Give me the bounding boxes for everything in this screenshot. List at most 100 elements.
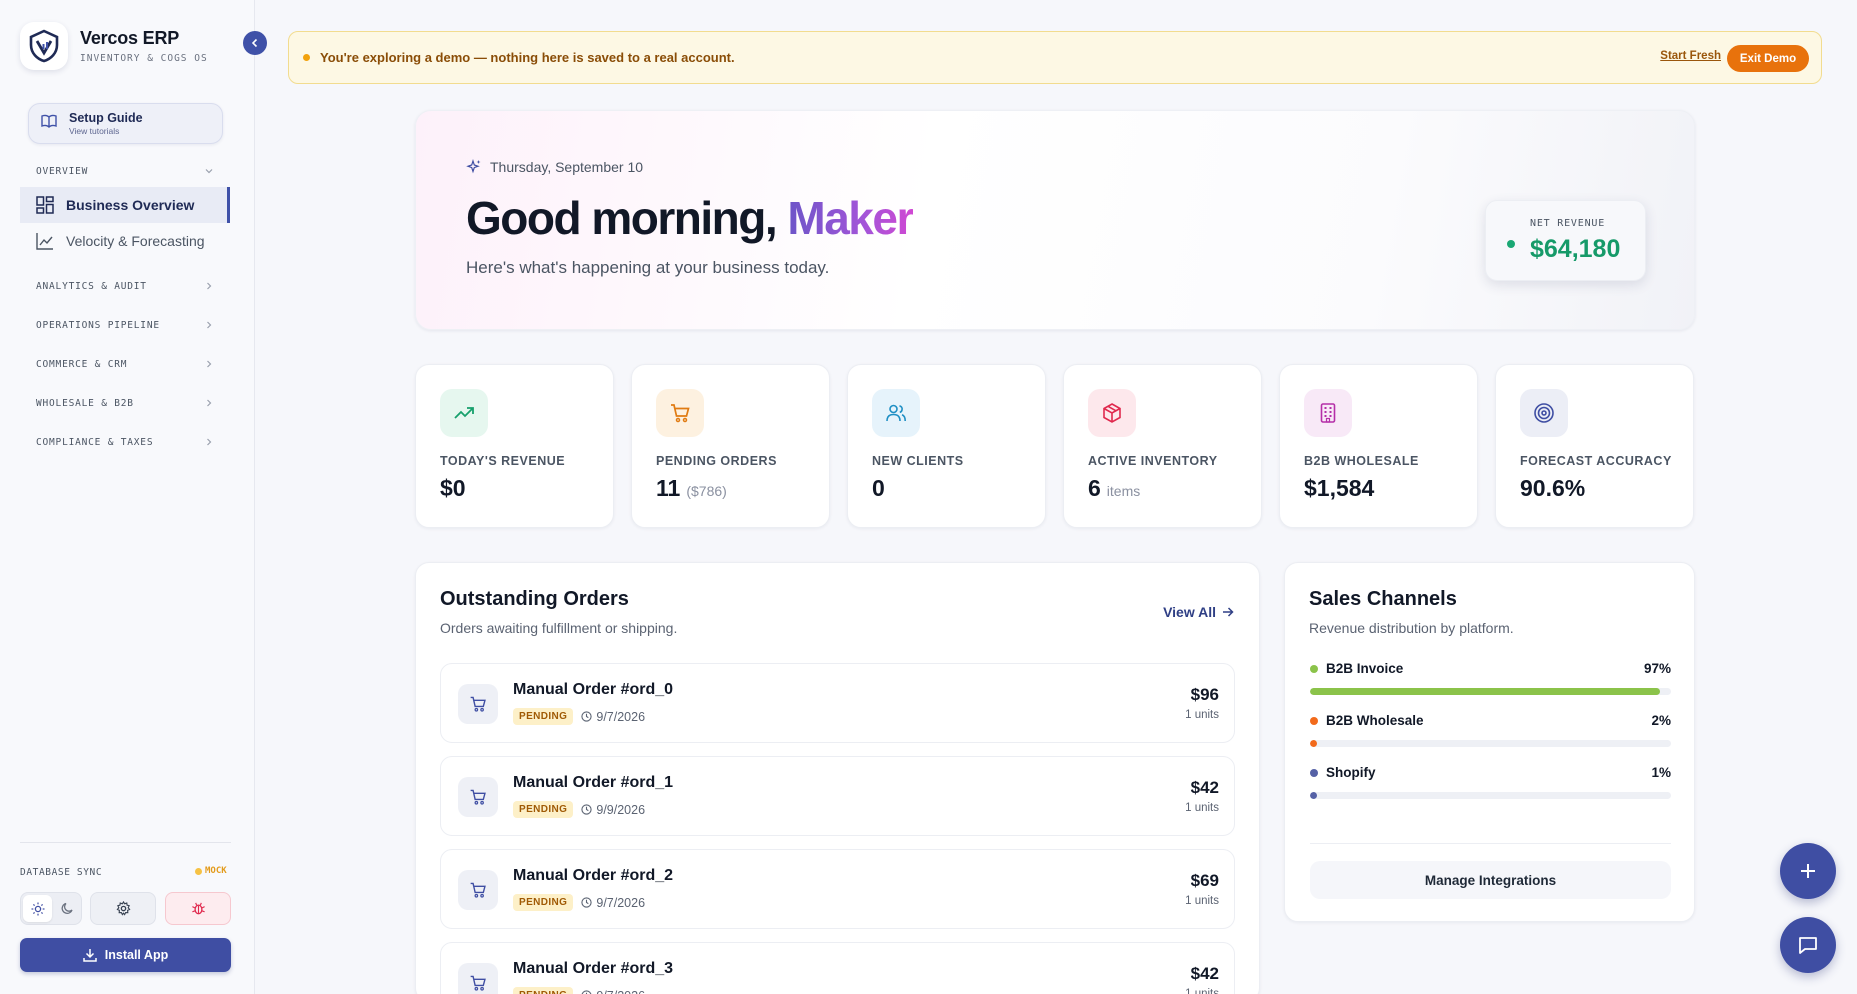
order-title: Manual Order #ord_2 [513, 867, 674, 884]
trending-up-icon [440, 389, 488, 437]
brand-name: Vercos ERP [80, 28, 180, 48]
stat-card-todays-revenue[interactable]: TODAY'S REVENUE $0 [415, 364, 614, 528]
stat-label: B2B WHOLESALE [1304, 454, 1419, 468]
order-meta: PENDING 9/7/2026 [513, 894, 645, 911]
section-commerce-crm[interactable]: COMMERCE & CRM [36, 359, 127, 370]
hero-date: Thursday, September 10 [466, 159, 643, 175]
order-units: 1 units [1185, 988, 1219, 994]
view-all-label: View All [1163, 604, 1216, 620]
gear-icon [116, 901, 130, 916]
stat-value: $1,584 [1304, 475, 1374, 502]
section-wholesale-b2b[interactable]: WHOLESALE & B2B [36, 398, 134, 409]
channel-row: Shopify 1% [1310, 765, 1671, 799]
order-date: 9/7/2026 [581, 989, 645, 994]
bug-icon [191, 902, 205, 915]
start-fresh-link[interactable]: Start Fresh [1660, 50, 1721, 62]
plus-icon [1801, 864, 1815, 878]
channel-name: B2B Invoice [1326, 661, 1404, 676]
hero-subtitle: Here's what's happening at your business… [466, 258, 830, 277]
status-dot-icon [195, 867, 202, 875]
stat-value: 11 ($786) [656, 475, 727, 502]
status-badge: PENDING [513, 801, 574, 818]
stat-card-active-inventory[interactable]: ACTIVE INVENTORY 6 items [1063, 364, 1262, 528]
sparkles-icon [466, 159, 481, 174]
stat-value-text: 6 [1088, 475, 1101, 501]
stat-card-b2b-wholesale[interactable]: B2B WHOLESALE $1,584 [1279, 364, 1478, 528]
order-row[interactable]: Manual Order #ord_1 PENDING 9/9/2026 $42… [440, 756, 1235, 836]
user-name: Maker [787, 192, 914, 244]
brand-subtitle: INVENTORY & COGS OS [80, 53, 208, 64]
order-row[interactable]: Manual Order #ord_2 PENDING 9/7/2026 $69… [440, 849, 1235, 929]
building-icon [1304, 389, 1352, 437]
channel-percent: 97% [1643, 661, 1671, 676]
stat-value: 90.6% [1520, 475, 1585, 502]
chevron-left-icon [251, 38, 258, 48]
panel-title: Outstanding Orders [440, 588, 629, 610]
sidebar-item-label: Business Overview [66, 197, 195, 213]
stat-card-forecast-accuracy[interactable]: FORECAST ACCURACY 90.6% [1495, 364, 1694, 528]
sidebar-divider [20, 842, 231, 843]
order-units: 1 units [1185, 895, 1219, 907]
section-analytics-audit[interactable]: ANALYTICS & AUDIT [36, 281, 147, 292]
section-operations-pipeline[interactable]: OPERATIONS PIPELINE [36, 320, 160, 331]
order-units: 1 units [1185, 709, 1219, 721]
order-row[interactable]: Manual Order #ord_0 PENDING 9/7/2026 $96… [440, 663, 1235, 743]
section-overview[interactable]: OVERVIEW [36, 166, 88, 177]
section-compliance-taxes[interactable]: COMPLIANCE & TAXES [36, 437, 153, 448]
status-badge: PENDING [513, 987, 574, 994]
channel-color-dot-icon [1310, 716, 1318, 725]
cart-icon [458, 870, 498, 910]
manage-integrations-button[interactable]: Manage Integrations [1310, 861, 1671, 899]
sun-icon[interactable] [23, 895, 52, 922]
stat-card-new-clients[interactable]: NEW CLIENTS 0 [847, 364, 1046, 528]
debug-button[interactable] [165, 892, 231, 925]
sidebar-item-velocity-forecasting[interactable]: Velocity & Forecasting [20, 223, 230, 259]
order-date-text: 9/9/2026 [596, 802, 646, 817]
stat-value-text: 90.6% [1520, 475, 1586, 501]
setup-guide-button[interactable]: Setup Guide View tutorials [28, 103, 223, 144]
order-meta: PENDING 9/9/2026 [513, 801, 645, 818]
sidebar: Vercos ERP INVENTORY & COGS OS Setup Gui… [0, 0, 255, 994]
settings-button[interactable] [90, 892, 156, 925]
stat-value-text: 0 [872, 475, 885, 501]
exit-demo-button[interactable]: Exit Demo [1727, 45, 1809, 72]
stat-value-text: $1,584 [1304, 475, 1375, 501]
arrow-right-icon [1223, 607, 1234, 617]
sidebar-item-label: Velocity & Forecasting [66, 233, 205, 249]
stat-label: TODAY'S REVENUE [440, 454, 566, 468]
channel-progress-track [1310, 688, 1671, 695]
stat-label: FORECAST ACCURACY [1520, 454, 1672, 468]
welcome-hero: Thursday, September 10 Good morning, Mak… [415, 110, 1695, 330]
stat-value: 0 [872, 475, 885, 502]
channel-color-dot-icon [1310, 768, 1318, 777]
box-icon [1088, 389, 1136, 437]
brand[interactable]: Vercos ERP INVENTORY & COGS OS [20, 22, 208, 70]
stat-value: $0 [440, 475, 466, 502]
cart-icon [458, 963, 498, 994]
theme-toggle[interactable] [20, 892, 82, 925]
order-date-text: 9/7/2026 [596, 709, 646, 724]
sidebar-item-business-overview[interactable]: Business Overview [20, 187, 230, 223]
install-app-button[interactable]: Install App [20, 938, 231, 972]
status-badge: PENDING [513, 894, 574, 911]
greeting-text: Good morning, [466, 192, 788, 244]
add-button[interactable] [1780, 843, 1836, 899]
logo-icon [20, 22, 68, 70]
order-title: Manual Order #ord_0 [513, 681, 674, 698]
stat-card-pending-orders[interactable]: PENDING ORDERS 11 ($786) [631, 364, 830, 528]
order-date: 9/7/2026 [581, 710, 645, 724]
target-icon [1520, 389, 1568, 437]
moon-icon[interactable] [52, 895, 81, 922]
chat-button[interactable] [1780, 917, 1836, 973]
channel-name: Shopify [1326, 765, 1376, 780]
collapse-sidebar-button[interactable] [243, 31, 267, 55]
view-all-link[interactable]: View All [1163, 604, 1234, 620]
stat-value-text: $0 [440, 475, 466, 501]
order-row[interactable]: Manual Order #ord_3 PENDING 9/7/2026 $42… [440, 942, 1235, 994]
stat-label: NEW CLIENTS [872, 454, 964, 468]
users-icon [872, 389, 920, 437]
channel-name: B2B Wholesale [1326, 713, 1424, 728]
order-amount: $42 [1190, 778, 1219, 797]
stat-label: ACTIVE INVENTORY [1088, 454, 1218, 468]
greeting-title: Good morning, Maker [466, 191, 914, 245]
